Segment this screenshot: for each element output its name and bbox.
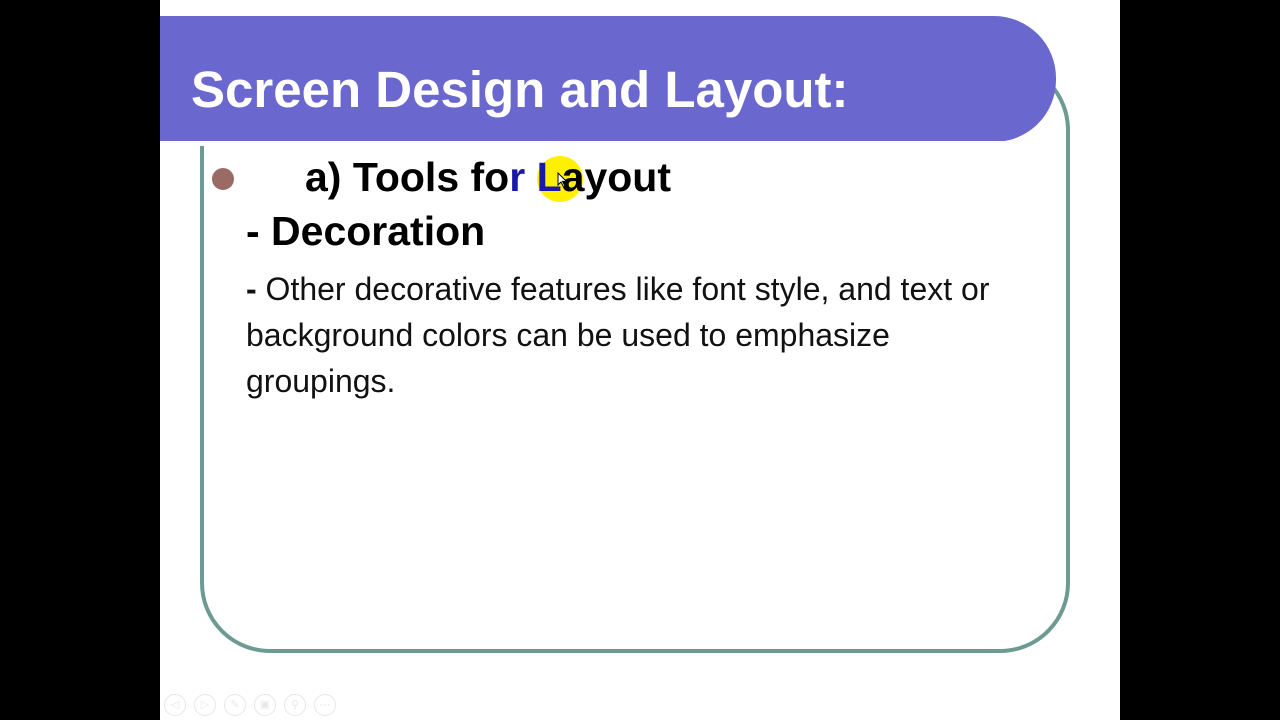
- presentation-slide: Screen Design and Layout: a) Tools for L…: [160, 0, 1120, 720]
- next-slide-button[interactable]: ▷: [194, 694, 216, 716]
- bullet-dot: [212, 168, 234, 190]
- bullet-heading-part-2: ayout: [561, 154, 671, 200]
- body-text: Other decorative features like font styl…: [246, 271, 990, 399]
- pen-button[interactable]: ✎: [224, 694, 246, 716]
- more-icon: ⋯: [319, 698, 331, 711]
- previous-icon: ◁: [170, 698, 180, 711]
- title-bar: Screen Design and Layout:: [160, 16, 1056, 146]
- slideshow-controls: ◁ ▷ ✎ ▣ ⚲ ⋯: [164, 694, 336, 716]
- bullet-heading: a) Tools for Layout: [305, 152, 671, 202]
- zoom-button[interactable]: ⚲: [284, 694, 306, 716]
- previous-slide-button[interactable]: ◁: [164, 694, 186, 716]
- slides-grid-icon: ▣: [259, 698, 271, 711]
- pen-icon: ✎: [230, 698, 240, 711]
- title-underline: [160, 141, 1008, 146]
- bullet-heading-highlighted: r L: [509, 154, 562, 200]
- body-paragraph: - Other decorative features like font st…: [246, 266, 1046, 404]
- more-options-button[interactable]: ⋯: [314, 694, 336, 716]
- next-icon: ▷: [200, 698, 210, 711]
- see-all-slides-button[interactable]: ▣: [254, 694, 276, 716]
- magnifier-icon: ⚲: [290, 698, 300, 711]
- body-dash: -: [246, 271, 257, 307]
- mouse-pointer-icon: [557, 172, 567, 188]
- slide-title: Screen Design and Layout:: [191, 61, 849, 118]
- subheading: - Decoration: [246, 208, 486, 254]
- bullet-heading-part-1: a) Tools fo: [305, 154, 510, 200]
